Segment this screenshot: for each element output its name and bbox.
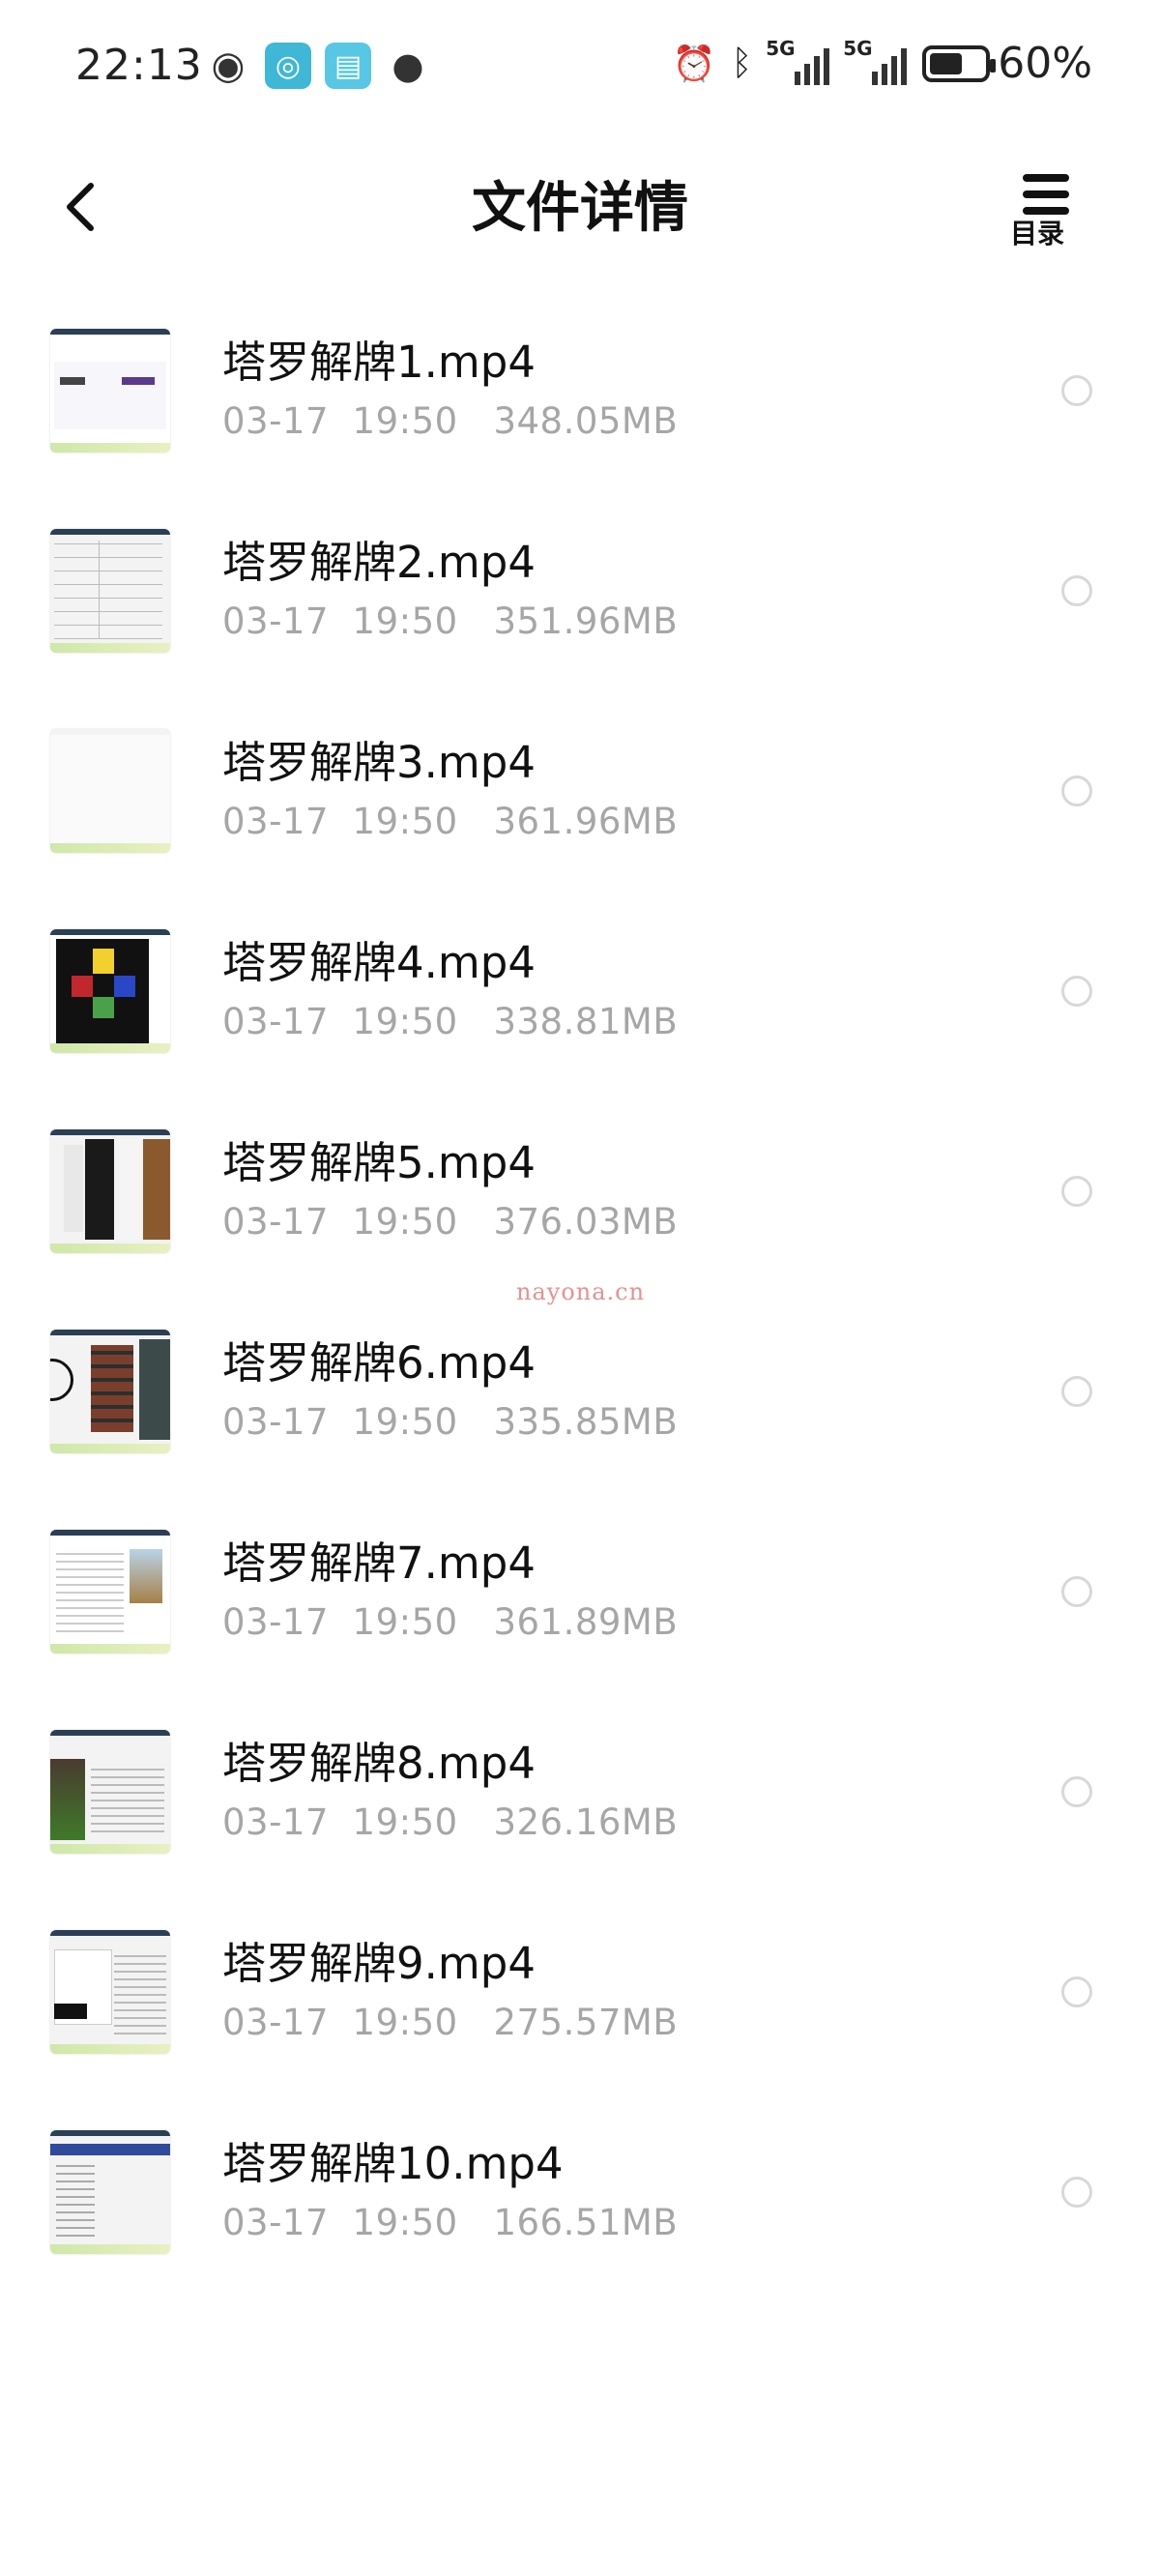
video-thumbnail — [50, 1129, 170, 1253]
app-header: 文件详情 目录 — [0, 145, 1160, 271]
file-meta: 03-17 19:50 361.89MB — [222, 1601, 679, 1643]
video-thumbnail — [50, 1730, 170, 1854]
list-item[interactable]: 塔罗解牌8.mp4 03-17 19:50 326.16MB — [0, 1711, 1160, 1912]
signal-5g-2-icon: 5G — [843, 37, 908, 85]
file-name: 塔罗解牌2.mp4 — [222, 537, 536, 588]
video-thumbnail — [50, 1530, 170, 1654]
wechat-icon: ● — [392, 44, 424, 87]
video-thumbnail — [50, 1330, 170, 1453]
file-name: 塔罗解牌6.mp4 — [222, 1337, 536, 1389]
video-thumbnail — [50, 529, 170, 653]
status-time: 22:13 — [75, 41, 203, 90]
eye-icon: ◉ — [211, 44, 246, 88]
toc-button[interactable]: 目录 — [1000, 166, 1075, 251]
file-meta: 03-17 19:50 338.81MB — [222, 1001, 679, 1042]
select-radio[interactable] — [1061, 1576, 1092, 1607]
battery-percent: 60% — [998, 39, 1092, 88]
book-app-icon: ▤ — [325, 43, 371, 89]
select-radio[interactable] — [1061, 1176, 1092, 1207]
file-name: 塔罗解牌4.mp4 — [222, 937, 536, 988]
battery-fill — [930, 52, 962, 74]
select-radio[interactable] — [1061, 1976, 1092, 2007]
video-thumbnail — [50, 729, 170, 853]
video-thumbnail — [50, 1930, 170, 2054]
page-title: 文件详情 — [472, 177, 688, 240]
file-meta: 03-17 19:50 335.85MB — [222, 1401, 679, 1443]
list-item[interactable]: 塔罗解牌6.mp4 03-17 19:50 335.85MB — [0, 1310, 1160, 1511]
select-radio[interactable] — [1061, 575, 1092, 606]
file-meta: 03-17 19:50 166.51MB — [222, 2202, 679, 2243]
select-radio[interactable] — [1061, 776, 1092, 806]
list-item[interactable]: 塔罗解牌4.mp4 03-17 19:50 338.81MB — [0, 910, 1160, 1111]
file-meta: 03-17 19:50 275.57MB — [222, 2002, 679, 2043]
signal-label: 5G — [843, 36, 873, 60]
file-name: 塔罗解牌7.mp4 — [222, 1537, 536, 1589]
status-bar: 22:13 ◉ ◎ ▤ ● ⏰ ᛒ 5G 5G 60% — [0, 0, 1160, 145]
app-swirl-icon: ◎ — [265, 43, 311, 89]
select-radio[interactable] — [1061, 1776, 1092, 1807]
file-meta: 03-17 19:50 361.96MB — [222, 801, 679, 842]
file-name: 塔罗解牌5.mp4 — [222, 1137, 536, 1188]
file-name: 塔罗解牌10.mp4 — [222, 2138, 564, 2189]
select-radio[interactable] — [1061, 2177, 1092, 2208]
watermark: nayona.cn — [516, 1278, 646, 1305]
file-meta: 03-17 19:50 348.05MB — [222, 400, 679, 442]
battery-icon — [922, 44, 997, 82]
toc-label: 目录 — [1009, 218, 1064, 249]
file-name: 塔罗解牌1.mp4 — [222, 337, 536, 388]
video-thumbnail — [50, 329, 170, 453]
list-item[interactable]: 塔罗解牌2.mp4 03-17 19:50 351.96MB — [0, 510, 1160, 711]
bluetooth-icon: ᛒ — [731, 44, 753, 83]
list-item[interactable]: 塔罗解牌9.mp4 03-17 19:50 275.57MB — [0, 1911, 1160, 2112]
file-meta: 03-17 19:50 326.16MB — [222, 1801, 679, 1843]
list-item[interactable]: 塔罗解牌1.mp4 03-17 19:50 348.05MB — [0, 309, 1160, 511]
battery-indicator: 60% — [922, 39, 1092, 88]
notification-icons: ◉ ◎ ▤ ● — [205, 43, 431, 89]
system-icons: ⏰ ᛒ 5G 5G 60% — [672, 37, 1092, 89]
file-meta: 03-17 19:50 351.96MB — [222, 600, 679, 642]
file-name: 塔罗解牌8.mp4 — [222, 1738, 536, 1789]
select-radio[interactable] — [1061, 375, 1092, 406]
alarm-icon: ⏰ — [672, 44, 716, 84]
file-meta: 03-17 19:50 376.03MB — [222, 1201, 679, 1243]
signal-label: 5G — [766, 36, 796, 60]
video-thumbnail — [50, 929, 170, 1053]
signal-5g-1-icon: 5G — [766, 37, 830, 85]
file-name: 塔罗解牌3.mp4 — [222, 737, 536, 788]
video-thumbnail — [50, 2130, 170, 2254]
list-item[interactable]: 塔罗解牌3.mp4 03-17 19:50 361.96MB — [0, 710, 1160, 911]
select-radio[interactable] — [1061, 976, 1092, 1007]
list-item[interactable]: 塔罗解牌10.mp4 03-17 19:50 166.51MB — [0, 2111, 1160, 2312]
select-radio[interactable] — [1061, 1376, 1092, 1407]
file-name: 塔罗解牌9.mp4 — [222, 1938, 536, 1989]
list-item[interactable]: 塔罗解牌7.mp4 03-17 19:50 361.89MB — [0, 1510, 1160, 1712]
